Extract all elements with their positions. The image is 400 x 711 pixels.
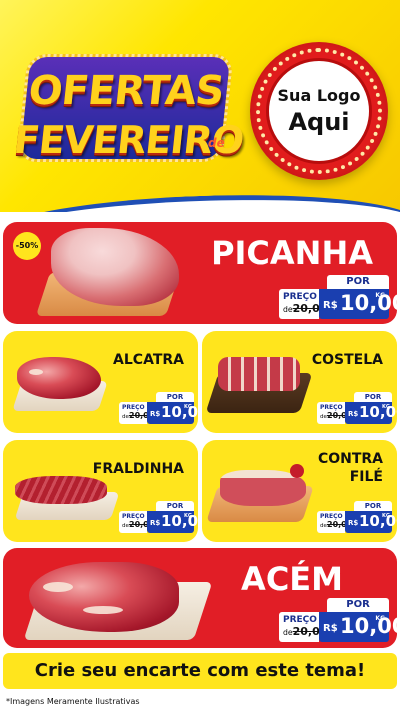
tomato-garnish: [290, 464, 304, 478]
old-price: de20,00: [283, 625, 327, 638]
currency-symbol: R$: [150, 410, 161, 418]
old-price-box: PREÇO de20,00: [317, 402, 352, 424]
product-card-picanha[interactable]: -50% PICANHA POR PREÇO de20,00 R$ 10,00 …: [3, 222, 397, 324]
price-tag: POR PREÇO de20,00 R$ 10,00 KG: [317, 501, 397, 533]
old-price-prefix: de: [122, 523, 129, 529]
new-price-box: R$ 10,00 KG: [319, 289, 397, 319]
currency-symbol: R$: [323, 623, 338, 634]
new-price-box: R$ 10,00 KG: [345, 511, 397, 533]
por-label: POR: [354, 392, 392, 402]
meat-fat: [83, 606, 123, 614]
old-price-box: PREÇO de20,00: [279, 612, 327, 642]
title-line-1: OFERTAS: [26, 68, 226, 114]
old-price-box: PREÇO de20,00: [119, 511, 154, 533]
old-price-prefix: de: [283, 305, 293, 314]
product-card-costela[interactable]: COSTELA POR PREÇO de20,00 R$ 10,00 KG: [202, 331, 397, 433]
new-price-box: R$ 10,00 KG: [147, 511, 198, 533]
por-label: POR: [354, 501, 392, 511]
header-banner: OFERTAS FEVEREIRO de Sua Logo Aqui: [0, 0, 400, 212]
fraldinha-image: [15, 476, 107, 504]
old-price-prefix: de: [122, 414, 129, 420]
preco-label: PREÇO: [320, 404, 343, 411]
currency-symbol: R$: [348, 519, 359, 527]
old-price-box: PREÇO de20,00: [279, 289, 327, 319]
price-tag: POR PREÇO de20,00 R$ 10,00 KG: [279, 598, 397, 642]
product-name: ACÉM: [241, 560, 343, 598]
old-price: de20,00: [122, 411, 154, 420]
price-tag: POR PREÇO de20,00 R$ 10,00 KG: [279, 275, 397, 319]
price-value: 10,00: [161, 403, 198, 421]
por-label: POR: [327, 598, 389, 612]
product-card-fraldinha[interactable]: FRALDINHA POR PREÇO de20,00 R$ 10,00 KG: [3, 440, 198, 542]
price-tag: POR PREÇO de20,00 R$ 10,00 KG: [317, 392, 397, 424]
cta-banner[interactable]: Crie seu encarte com este tema!: [3, 653, 397, 689]
meat-fat: [29, 369, 43, 375]
currency-symbol: R$: [323, 300, 338, 311]
por-label: POR: [156, 501, 194, 511]
price-tag: POR PREÇO de20,00 R$ 10,00 KG: [119, 392, 198, 424]
price-tag: POR PREÇO de20,00 R$ 10,00 KG: [119, 501, 198, 533]
old-price-prefix: de: [283, 628, 293, 637]
currency-symbol: R$: [150, 519, 161, 527]
preco-label: PREÇO: [122, 513, 145, 520]
preco-label: PREÇO: [283, 615, 317, 625]
title-de: de: [208, 136, 225, 150]
product-name: FRALDINHA: [92, 461, 184, 477]
unit-label: KG: [184, 513, 192, 519]
por-label: POR: [156, 392, 194, 402]
discount-badge: -50%: [13, 232, 41, 260]
product-card-alcatra[interactable]: ALCATRA POR PREÇO de20,00 R$ 10,00 KG: [3, 331, 198, 433]
ofertas-title-badge: OFERTAS FEVEREIRO de: [11, 46, 246, 166]
disclaimer-text: *Imagens Meramente Ilustrativas: [6, 697, 140, 706]
old-price: de20,00: [122, 520, 154, 529]
logo-placeholder: Sua Logo Aqui: [250, 42, 388, 180]
header-wave-base: [0, 212, 400, 220]
price-value: 10,00: [359, 512, 397, 530]
product-name: CONTRA FILÉ: [318, 450, 383, 486]
old-price: de20,00: [320, 520, 352, 529]
product-card-contra-file[interactable]: CONTRA FILÉ POR PREÇO de20,00 R$ 10,00 K…: [202, 440, 397, 542]
old-price-box: PREÇO de20,00: [119, 402, 154, 424]
product-name: ALCATRA: [113, 352, 184, 368]
costela-image: [218, 357, 300, 391]
price-value: 10,00: [340, 291, 397, 315]
por-label: POR: [327, 275, 389, 289]
new-price-box: R$ 10,00 KG: [319, 612, 397, 642]
logo-text-line2: Aqui: [288, 108, 350, 136]
product-name-line1: CONTRA: [317, 451, 383, 467]
price-value: 10,00: [359, 403, 397, 421]
product-name-line2: FILÉ: [349, 469, 383, 485]
product-card-acem[interactable]: ACÉM POR PREÇO de20,00 R$ 10,00 KG: [3, 548, 397, 648]
old-price-prefix: de: [320, 414, 327, 420]
old-price: de20,00: [320, 411, 352, 420]
unit-label: KG: [375, 292, 385, 299]
unit-label: KG: [184, 404, 192, 410]
alcatra-image: [17, 357, 101, 399]
price-value: 10,00: [340, 614, 397, 638]
old-price-box: PREÇO de20,00: [317, 511, 352, 533]
currency-symbol: R$: [348, 410, 359, 418]
unit-label: KG: [375, 615, 385, 622]
preco-label: PREÇO: [320, 513, 343, 520]
logo-text-line1: Sua Logo: [277, 86, 361, 105]
preco-label: PREÇO: [283, 292, 317, 302]
meat-fat: [43, 582, 73, 592]
header-wave: [0, 188, 400, 212]
title-line-2: FEVEREIRO: [11, 118, 246, 162]
new-price-box: R$ 10,00 KG: [345, 402, 397, 424]
unit-label: KG: [382, 404, 390, 410]
preco-label: PREÇO: [122, 404, 145, 411]
price-value: 10,00: [161, 512, 198, 530]
new-price-box: R$ 10,00 KG: [147, 402, 198, 424]
unit-label: KG: [382, 513, 390, 519]
old-price: de20,00: [283, 302, 327, 315]
product-name: COSTELA: [311, 352, 383, 368]
product-name: PICANHA: [211, 234, 373, 272]
old-price-prefix: de: [320, 523, 327, 529]
